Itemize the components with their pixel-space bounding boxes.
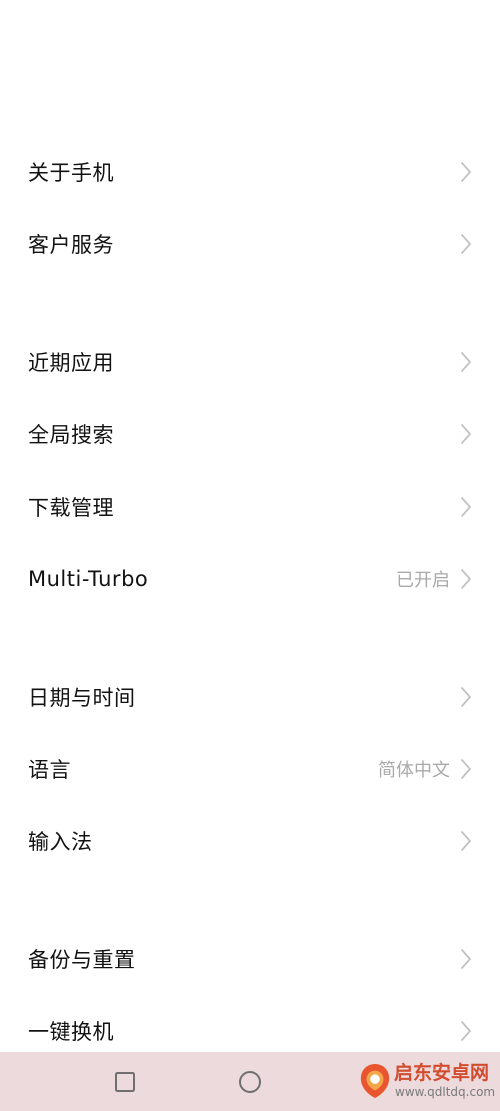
settings-item-label: 输入法: [28, 830, 93, 854]
settings-item-customer-service[interactable]: 客户服务: [0, 208, 500, 280]
settings-item-right: [460, 686, 472, 708]
chevron-right-icon: [461, 234, 471, 254]
chevron-right-icon: [461, 687, 471, 707]
settings-item-global-search[interactable]: 全局搜索: [0, 398, 500, 470]
settings-item-label: 一键换机: [28, 1020, 114, 1044]
settings-item-label: Multi-Turbo: [28, 567, 149, 591]
watermark-title: 启东安卓网: [394, 1062, 490, 1084]
settings-item-label: 备份与重置: [28, 948, 136, 972]
settings-item-right: 简体中文: [378, 756, 472, 782]
settings-item-recent-apps[interactable]: 近期应用: [0, 326, 500, 398]
settings-item-right: [460, 948, 472, 970]
chevron-right-icon: [461, 759, 471, 779]
settings-item-label: 近期应用: [28, 351, 114, 375]
settings-item-value: 简体中文: [378, 760, 450, 781]
chevron-right-icon: [461, 949, 471, 969]
settings-item-about-phone[interactable]: 关于手机: [0, 136, 500, 208]
chevron-right-icon: [461, 162, 471, 182]
settings-item-right: [460, 161, 472, 183]
settings-item-label: 客户服务: [28, 233, 114, 257]
settings-item-input-method[interactable]: 输入法: [0, 805, 500, 877]
settings-item-right: 已开启: [396, 566, 472, 592]
chevron-right-icon: [461, 352, 471, 372]
settings-item-right: [460, 496, 472, 518]
navigation-bar: 启东安卓网 www.qdltdq.com: [0, 1052, 500, 1111]
settings-item-right: [460, 830, 472, 852]
settings-item-label: 关于手机: [28, 161, 114, 185]
chevron-right-icon: [461, 831, 471, 851]
watermark-shield-icon: [360, 1064, 390, 1098]
settings-item-right: [460, 423, 472, 445]
chevron-right-icon: [461, 1021, 471, 1041]
circle-home-icon[interactable]: [238, 1070, 262, 1094]
settings-item-right: [460, 351, 472, 373]
settings-item-backup-reset[interactable]: 备份与重置: [0, 923, 500, 995]
square-recents-icon[interactable]: [113, 1070, 137, 1094]
settings-item-phone-clone[interactable]: 一键换机: [0, 995, 500, 1052]
settings-list: 关于手机 客户服务 近期应用 全局搜索 下载管理 Multi-Turbo 已开启: [0, 0, 500, 1052]
settings-item-label: 全局搜索: [28, 423, 114, 447]
settings-item-right: [460, 233, 472, 255]
settings-item-multi-turbo[interactable]: Multi-Turbo 已开启: [0, 543, 500, 615]
chevron-right-icon: [461, 569, 471, 589]
watermark-logo: 启东安卓网 www.qdltdq.com: [356, 1055, 496, 1109]
watermark-url: www.qdltdq.com: [395, 1085, 496, 1099]
settings-item-language[interactable]: 语言 简体中文: [0, 733, 500, 805]
settings-item-value: 已开启: [396, 570, 450, 591]
settings-item-date-time[interactable]: 日期与时间: [0, 661, 500, 733]
chevron-right-icon: [461, 497, 471, 517]
settings-item-label: 语言: [28, 758, 71, 782]
settings-item-label: 下载管理: [28, 496, 114, 520]
chevron-right-icon: [461, 424, 471, 444]
settings-item-download-manager[interactable]: 下载管理: [0, 471, 500, 543]
settings-item-label: 日期与时间: [28, 686, 136, 710]
settings-item-right: [460, 1020, 472, 1042]
